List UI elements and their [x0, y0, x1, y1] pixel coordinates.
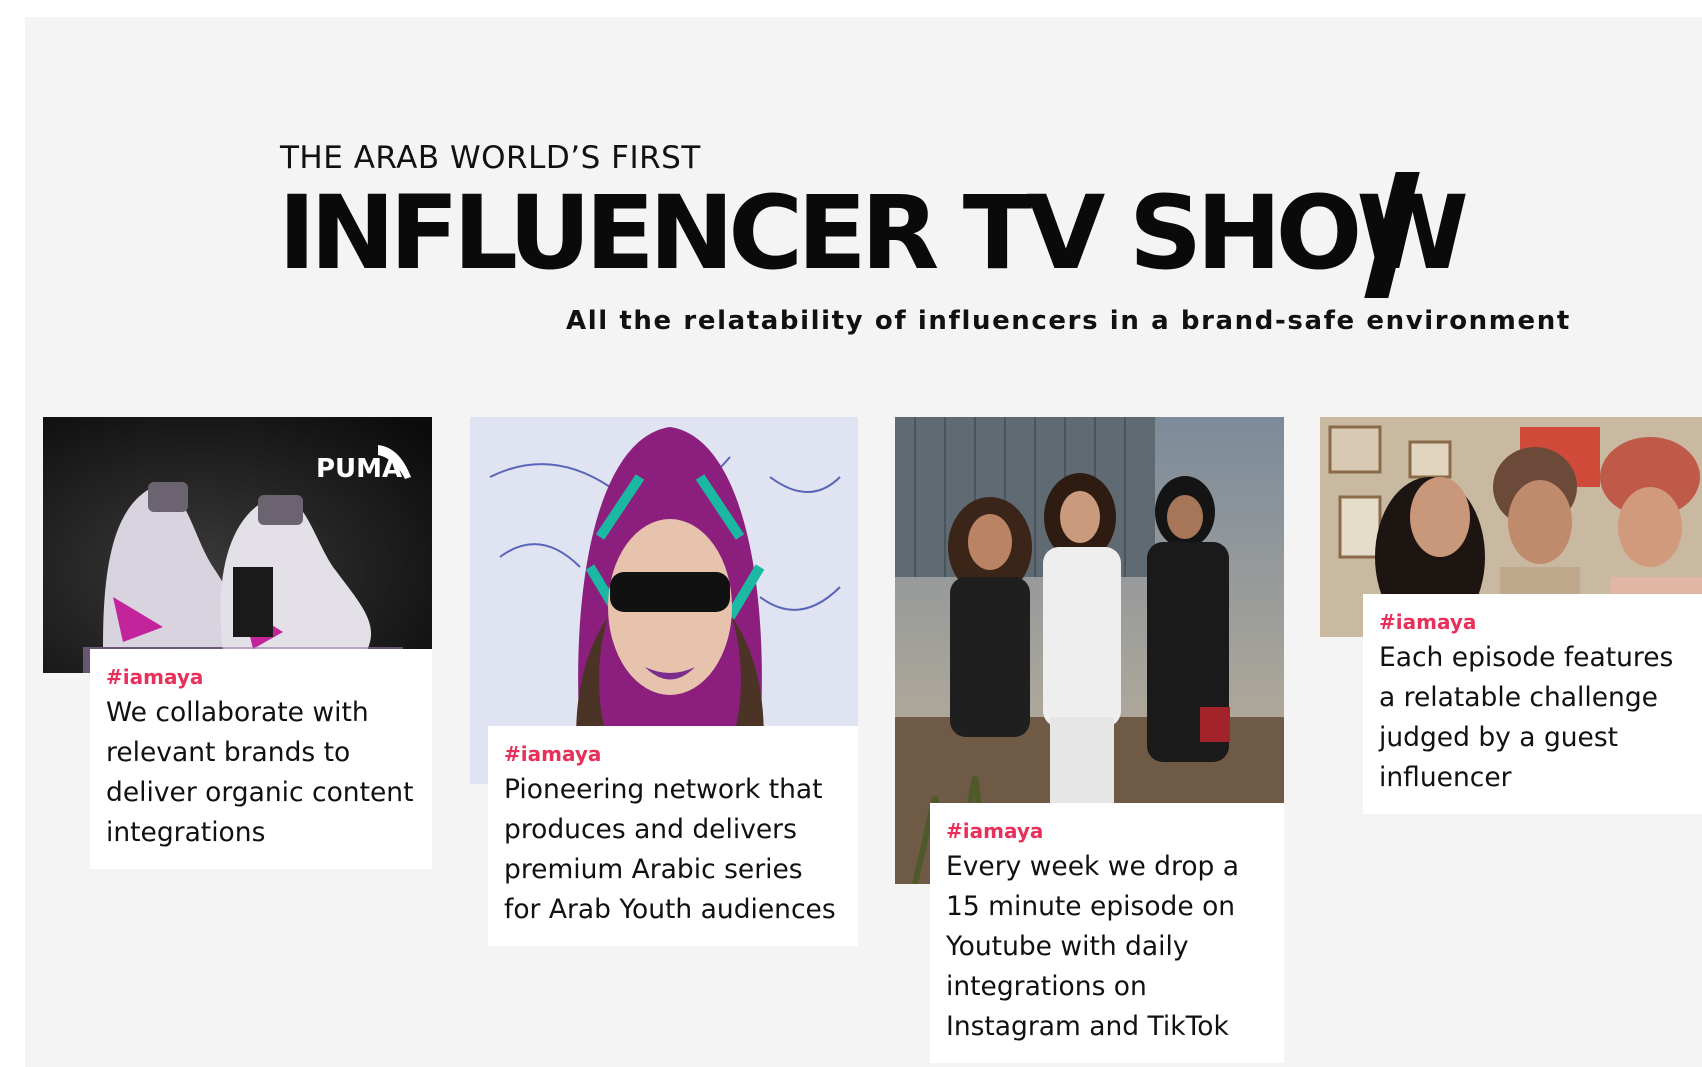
card-description: Pioneering network that produces and del… — [504, 774, 836, 925]
hashtag-label: #iamaya — [106, 665, 204, 689]
hashtag-label: #iamaya — [504, 742, 602, 766]
hashtag-label: #iamaya — [1379, 610, 1477, 634]
card-description: Each episode features a relatable challe… — [1379, 642, 1674, 793]
card-caption: #iamaya Every week we drop a 15 minute e… — [930, 803, 1284, 1063]
card-description: We collaborate with relevant brands to d… — [106, 697, 414, 848]
puma-sneakers-image: PUMA — [43, 417, 432, 673]
card-caption: #iamaya Each episode features a relatabl… — [1363, 594, 1702, 814]
card-description: Every week we drop a 15 minute episode o… — [946, 851, 1240, 1042]
card-caption: #iamaya Pioneering network that produces… — [488, 726, 858, 946]
card-caption: #iamaya We collaborate with relevant bra… — [90, 649, 432, 869]
page-title: INFLUENCER TV SHOW — [278, 174, 1469, 293]
eyebrow-text: THE ARAB WORLD’S FIRST — [280, 140, 701, 176]
tagline-text: All the relatability of influencers in a… — [566, 306, 1571, 336]
hashtag-label: #iamaya — [946, 819, 1044, 843]
